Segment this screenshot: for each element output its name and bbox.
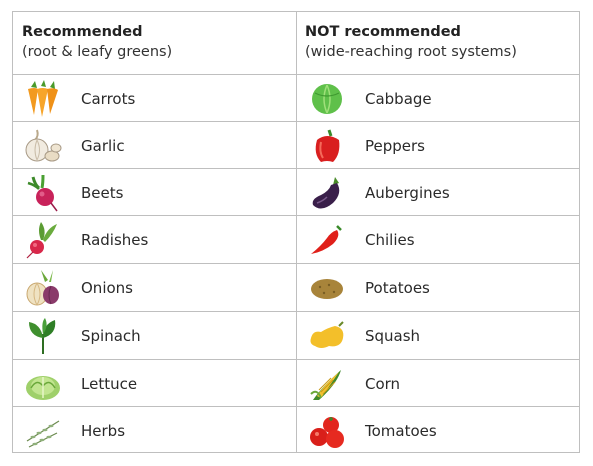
lettuce-icon: [23, 364, 63, 404]
item-label: Onions: [81, 278, 133, 297]
item-label: Garlic: [81, 136, 125, 155]
list-item-lettuce: Lettuce: [13, 360, 137, 407]
header-title: Recommended: [22, 24, 143, 40]
herbs-icon: [23, 411, 63, 451]
item-label: Aubergines: [365, 183, 450, 202]
list-item-garlic: Garlic: [13, 122, 125, 169]
item-label: Radishes: [81, 230, 149, 249]
list-item-peppers: Peppers: [297, 122, 425, 169]
item-label: Tomatoes: [365, 421, 437, 440]
item-label: Spinach: [81, 326, 141, 345]
aubergine-icon: [307, 173, 347, 213]
list-item-corn: Corn: [297, 360, 400, 407]
item-label: Chilies: [365, 230, 415, 249]
header-not-recommended: NOT recommended (wide-reaching root syst…: [305, 22, 517, 62]
item-label: Beets: [81, 183, 124, 202]
header-subtitle: (wide-reaching root systems): [305, 44, 517, 60]
beet-icon: [23, 173, 63, 213]
garlic-icon: [23, 126, 63, 166]
list-item-potatoes: Potatoes: [297, 264, 430, 311]
list-item-tomatoes: Tomatoes: [297, 407, 437, 454]
pepper-icon: [307, 126, 347, 166]
item-label: Corn: [365, 374, 401, 393]
chili-icon: [307, 220, 347, 260]
item-label: Peppers: [365, 136, 425, 155]
item-label: Potatoes: [365, 278, 430, 297]
list-item-carrots: Carrots: [13, 75, 135, 122]
item-label: Cabbage: [365, 89, 432, 108]
tomato-icon: [307, 411, 347, 451]
list-item-onions: Onions: [13, 264, 133, 311]
header-subtitle: (root & leafy greens): [22, 44, 173, 60]
squash-icon: [307, 316, 347, 356]
header-title: NOT recommended: [305, 24, 461, 40]
corn-icon: [307, 364, 347, 404]
item-label: Herbs: [81, 421, 126, 440]
spinach-icon: [23, 316, 63, 356]
potato-icon: [307, 268, 347, 308]
list-item-squash: Squash: [297, 312, 420, 359]
radish-icon: [23, 220, 63, 260]
list-item-aubergines: Aubergines: [297, 169, 450, 216]
list-item-chilies: Chilies: [297, 216, 415, 263]
item-label: Lettuce: [81, 374, 138, 393]
list-item-beets: Beets: [13, 169, 123, 216]
item-label: Squash: [365, 326, 421, 345]
vegetable-table: Recommended (root & leafy greens) NOT re…: [12, 11, 580, 453]
cabbage-icon: [307, 79, 347, 119]
header-recommended: Recommended (root & leafy greens): [22, 22, 172, 62]
item-label: Carrots: [81, 89, 136, 108]
list-item-herbs: Herbs: [13, 407, 125, 454]
list-item-radishes: Radishes: [13, 216, 148, 263]
list-item-spinach: Spinach: [13, 312, 141, 359]
onion-icon: [23, 268, 63, 308]
list-item-cabbage: Cabbage: [297, 75, 432, 122]
carrot-icon: [23, 79, 63, 119]
